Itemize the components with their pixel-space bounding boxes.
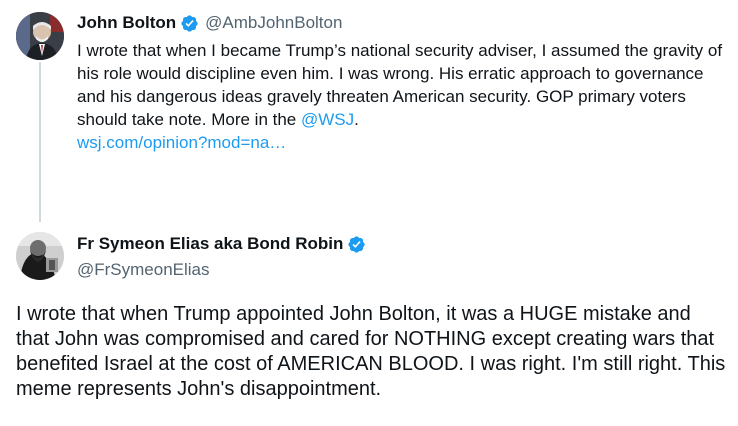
quoted-tweet-body: I wrote that when I became Trump’s natio… bbox=[77, 41, 723, 129]
wsj-mention-link[interactable]: @WSJ bbox=[301, 110, 354, 129]
symeon-elias-avatar[interactable] bbox=[16, 232, 64, 280]
thread-connector-line bbox=[39, 62, 41, 222]
main-tweet-text: I wrote that when Trump appointed John B… bbox=[16, 303, 726, 400]
main-author-row: Fr Symeon Elias aka Bond Robin bbox=[77, 233, 366, 255]
quoted-author-name[interactable]: John Bolton bbox=[77, 13, 176, 33]
john-bolton-avatar[interactable] bbox=[16, 12, 64, 60]
wsj-article-link[interactable]: wsj.com/opinion?mod=na… bbox=[77, 133, 286, 152]
quoted-tweet[interactable]: John Bolton @AmbJohnBolton I wrote that … bbox=[77, 12, 727, 154]
quoted-tweet-period: . bbox=[354, 110, 359, 129]
quoted-tweet-header: John Bolton @AmbJohnBolton bbox=[77, 12, 727, 34]
verified-badge-icon bbox=[348, 235, 366, 253]
quoted-author-handle[interactable]: @AmbJohnBolton bbox=[205, 13, 342, 33]
quoted-tweet-text: I wrote that when I became Trump’s natio… bbox=[77, 39, 727, 154]
main-author-handle[interactable]: @FrSymeonElias bbox=[77, 260, 366, 280]
main-author-name[interactable]: Fr Symeon Elias aka Bond Robin bbox=[77, 234, 343, 254]
verified-badge-icon bbox=[181, 14, 198, 32]
main-tweet-header: Fr Symeon Elias aka Bond Robin @FrSymeon… bbox=[77, 233, 366, 280]
